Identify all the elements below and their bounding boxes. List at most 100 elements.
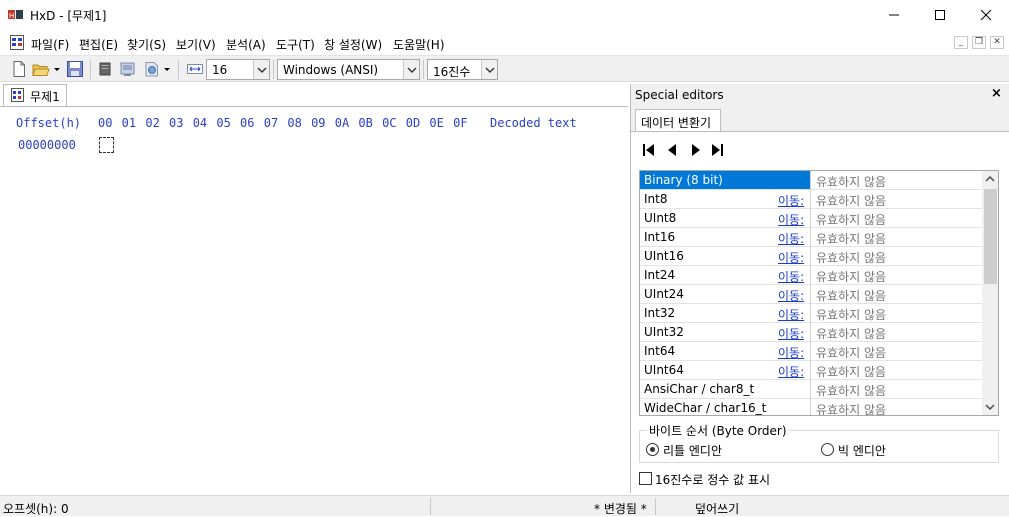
special-editors-panel: Special editors × 데이터 변환기 Binary (8 bit)… [630,84,1009,493]
goto-link[interactable]: 이동: [778,192,804,209]
value-cell[interactable]: 유효하지 않음 [810,209,982,227]
previous-icon[interactable] [665,142,681,158]
chevron-down-icon[interactable] [52,60,62,78]
value-cell[interactable]: 유효하지 않음 [810,190,982,208]
menu-file[interactable]: 파일(F) [31,36,69,53]
grid-row[interactable]: UInt8 이동: 유효하지 않음 [640,209,982,228]
disk-icon[interactable] [96,60,114,78]
tab-data-inspector[interactable]: 데이터 변환기 [635,109,721,132]
value-cell[interactable]: 유효하지 않음 [810,399,982,415]
goto-link[interactable]: 이동: [778,344,804,361]
goto-link[interactable]: 이동: [778,249,804,266]
grid-row[interactable]: Binary (8 bit) 유효하지 않음 [640,171,982,190]
minimize-icon [889,14,899,16]
mdi-close-button[interactable]: ✕ [990,36,1004,49]
goto-link[interactable]: 이동: [778,325,804,342]
scrollbar-thumb[interactable] [984,189,997,284]
mdi-minimize-button[interactable]: _ [954,36,968,49]
offset-base-select[interactable]: 16진수 [427,59,498,80]
last-icon[interactable] [709,142,725,158]
big-endian-radio[interactable] [821,443,834,456]
mdi-restore-button[interactable]: ❐ [972,36,986,49]
next-icon[interactable] [687,142,703,158]
goto-link[interactable]: 이동: [778,268,804,285]
save-icon[interactable] [66,60,84,78]
bytes-per-row-select[interactable]: 16 [206,59,270,80]
new-file-icon[interactable] [10,60,28,78]
grid-row[interactable]: WideChar / char16_t 유효하지 않음 [640,399,982,415]
vertical-scrollbar[interactable] [982,171,998,415]
menu-window[interactable]: 창 설정(W) [324,36,382,53]
export-icon[interactable] [143,60,161,78]
chevron-up-icon[interactable] [985,175,995,183]
menu-edit[interactable]: 편집(E) [79,36,118,53]
menu-search[interactable]: 찾기(S) [127,36,166,53]
grid-row[interactable]: Int24 이동: 유효하지 않음 [640,266,982,285]
toolbar-separator [423,60,424,79]
value-cell[interactable]: 유효하지 않음 [810,228,982,246]
value-text: 유효하지 않음 [816,270,887,284]
status-mode[interactable]: 덮어쓰기 [695,500,739,517]
chevron-down-icon[interactable] [162,60,172,78]
grid-row[interactable]: Int8 이동: 유효하지 않음 [640,190,982,209]
close-button[interactable] [963,0,1009,30]
grid-row[interactable]: AnsiChar / char8_t 유효하지 않음 [640,380,982,399]
value-cell[interactable]: 유효하지 않음 [810,304,982,322]
chevron-down-icon [481,60,497,79]
menu-bar: 파일(F) 편집(E) 찾기(S) 보기(V) 분석(A) 도구(T) 창 설정… [0,31,1009,54]
maximize-button[interactable] [917,0,963,30]
first-icon[interactable] [641,142,657,158]
hex-integer-checkbox[interactable] [639,472,652,485]
tab-untitled1[interactable]: 무제1 [3,84,67,106]
type-name: Int64 [644,344,676,358]
hex-editor[interactable] [0,106,628,493]
goto-link[interactable]: 이동: [778,211,804,228]
title-bar: H HxD - [무제1] [0,0,1009,30]
panel-close-button[interactable]: × [991,86,1002,101]
value-cell[interactable]: 유효하지 않음 [810,266,982,284]
menu-help[interactable]: 도움말(H) [393,36,445,53]
open-folder-icon[interactable] [32,60,50,78]
goto-link[interactable]: 이동: [778,287,804,304]
menu-tools[interactable]: 도구(T) [276,36,315,53]
minimize-button[interactable] [871,0,917,30]
document-icon [11,88,24,102]
tab-label: 데이터 변환기 [641,116,712,130]
menu-view[interactable]: 보기(V) [176,36,216,53]
byte-caret[interactable] [99,137,114,153]
grid-row[interactable]: Int16 이동: 유효하지 않음 [640,228,982,247]
ram-icon[interactable] [119,60,137,78]
value-cell[interactable]: 유효하지 않음 [810,171,982,189]
value-cell[interactable]: 유효하지 않음 [810,342,982,360]
value-cell[interactable]: 유효하지 않음 [810,285,982,303]
grid-row[interactable]: UInt32 이동: 유효하지 않음 [640,323,982,342]
type-name: Int8 [644,192,668,206]
value-cell[interactable]: 유효하지 않음 [810,323,982,341]
goto-link[interactable]: 이동: [778,363,804,380]
column-header: 00 01 02 03 04 05 06 07 08 09 0A 0B 0C 0… [98,116,468,130]
little-endian-radio[interactable] [646,443,659,456]
big-endian-label[interactable]: 빅 엔디안 [838,442,886,459]
svg-text:H: H [9,12,14,20]
little-endian-label[interactable]: 리틀 엔디안 [663,442,722,459]
chevron-down-icon[interactable] [985,403,995,411]
charset-select[interactable]: Windows (ANSI) [277,59,420,80]
data-inspector-grid[interactable]: Binary (8 bit) 유효하지 않음 Int8 이동: 유효하지 않음 … [639,170,999,416]
grid-row[interactable]: UInt64 이동: 유효하지 않음 [640,361,982,380]
type-name: Int32 [644,306,676,320]
menu-analysis[interactable]: 분석(A) [226,36,266,53]
grid-row[interactable]: UInt16 이동: 유효하지 않음 [640,247,982,266]
value-cell[interactable]: 유효하지 않음 [810,361,982,379]
goto-link[interactable]: 이동: [778,306,804,323]
status-separator [430,498,431,515]
panel-header: Special editors × [631,84,1009,106]
grid-row[interactable]: UInt24 이동: 유효하지 않음 [640,285,982,304]
value-cell[interactable]: 유효하지 않음 [810,380,982,398]
document-menu-icon[interactable] [10,35,24,50]
grid-row[interactable]: Int64 이동: 유효하지 않음 [640,342,982,361]
goto-link[interactable]: 이동: [778,230,804,247]
hex-integer-label[interactable]: 16진수로 정수 값 표시 [655,471,770,488]
grid-row[interactable]: Int32 이동: 유효하지 않음 [640,304,982,323]
offset-base-value: 16진수 [433,65,471,79]
value-cell[interactable]: 유효하지 않음 [810,247,982,265]
